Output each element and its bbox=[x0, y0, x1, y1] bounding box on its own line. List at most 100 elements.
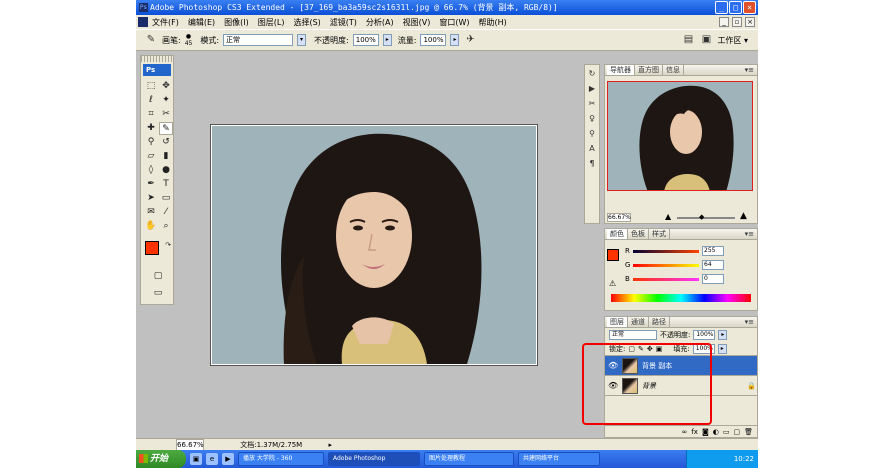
tab-layers[interactable]: 图层 bbox=[607, 317, 628, 327]
show-desktop-icon[interactable]: ▣ bbox=[190, 453, 202, 465]
blend-mode-select[interactable]: 正常 bbox=[609, 330, 657, 340]
notes-tool-icon[interactable]: ✉ bbox=[144, 206, 158, 219]
swap-colors-icon[interactable]: ↷ bbox=[161, 239, 175, 252]
zoom-slider-thumb-icon[interactable]: ◆ bbox=[699, 213, 704, 221]
layer-style-icon[interactable]: fx bbox=[691, 426, 698, 437]
color-panel-menu-icon[interactable]: ▾≡ bbox=[745, 229, 754, 239]
airbrush-icon[interactable]: ✈ bbox=[463, 33, 477, 47]
title-bar[interactable]: Ps Adobe Photoshop CS3 Extended - [37_16… bbox=[136, 0, 758, 15]
brush-tool-icon[interactable]: ✎ bbox=[159, 122, 173, 135]
taskbar-item-360[interactable]: 播放 大学院 - 360 bbox=[238, 452, 324, 466]
color-spectrum-bar[interactable] bbox=[611, 294, 751, 302]
magic-wand-icon[interactable]: ✦ bbox=[159, 94, 173, 107]
foreground-color-swatch[interactable] bbox=[145, 241, 159, 255]
link-layers-icon[interactable]: ∞ bbox=[682, 426, 688, 437]
doc-info-arrow-icon[interactable]: ▸ bbox=[328, 441, 332, 449]
tab-histogram[interactable]: 直方图 bbox=[635, 65, 663, 75]
path-select-icon[interactable]: ➤ bbox=[144, 192, 158, 205]
hand-tool-icon[interactable]: ✋ bbox=[144, 220, 158, 233]
fill-arrow-icon[interactable]: ▸ bbox=[717, 343, 727, 354]
menu-view[interactable]: 视图(V) bbox=[403, 17, 431, 28]
history-brush-icon[interactable]: ↺ bbox=[159, 136, 173, 149]
crop-tool-icon[interactable]: ⌗ bbox=[144, 108, 158, 121]
tab-paths[interactable]: 路径 bbox=[649, 317, 670, 327]
doc-close-icon[interactable]: × bbox=[745, 17, 755, 27]
lock-transparency-icon[interactable]: ▢ bbox=[628, 345, 635, 353]
shape-tool-icon[interactable]: ▭ bbox=[159, 192, 173, 205]
gradient-tool-icon[interactable]: ▮ bbox=[159, 150, 173, 163]
doc-restore-icon[interactable]: ▫ bbox=[732, 17, 742, 27]
zoom-tool-icon[interactable]: ⌕ bbox=[159, 220, 173, 233]
opacity-input[interactable]: 100% bbox=[352, 34, 379, 46]
blur-tool-icon[interactable]: ◊ bbox=[144, 164, 158, 177]
minimize-button[interactable]: _ bbox=[715, 1, 728, 14]
slice-tool-icon[interactable]: ✂ bbox=[159, 108, 173, 121]
layer-opacity-arrow-icon[interactable]: ▸ bbox=[718, 330, 728, 340]
browser-quicklaunch-icon[interactable]: e bbox=[206, 453, 218, 465]
eraser-tool-icon[interactable]: ▱ bbox=[144, 150, 158, 163]
tray-clock[interactable]: 10:22 bbox=[734, 455, 754, 463]
lock-position-icon[interactable]: ✥ bbox=[647, 345, 653, 353]
document-canvas[interactable] bbox=[210, 124, 538, 366]
fill-input[interactable]: 100% bbox=[692, 343, 715, 354]
start-button[interactable]: 开始 bbox=[136, 450, 186, 468]
taskbar-item-tutorial[interactable]: 图片处理教程 bbox=[424, 452, 514, 466]
healing-brush-icon[interactable]: ✚ bbox=[144, 122, 158, 135]
layer-mask-icon[interactable]: ◙ bbox=[702, 426, 709, 437]
workspace-button[interactable]: 工作区 ▾ bbox=[717, 35, 748, 46]
pen-tool-icon[interactable]: ✒ bbox=[144, 178, 158, 191]
navigator-thumbnail[interactable] bbox=[607, 81, 753, 191]
menu-filter[interactable]: 滤镜(T) bbox=[330, 17, 357, 28]
red-slider[interactable] bbox=[633, 249, 699, 253]
flow-slider-icon[interactable]: ▸ bbox=[450, 34, 460, 46]
taskbar-item-platform[interactable]: 共建网络平台 bbox=[518, 452, 600, 466]
layer-row-background-copy[interactable]: 👁 背景 副本 bbox=[605, 356, 757, 376]
tab-color[interactable]: 颜色 bbox=[607, 229, 628, 239]
paragraph-panel-icon[interactable]: ¶ bbox=[586, 158, 598, 170]
green-value-input[interactable]: 64 bbox=[702, 260, 724, 270]
color-fg-swatch[interactable] bbox=[607, 249, 619, 261]
clone-source-icon[interactable]: ⚲ bbox=[586, 128, 598, 140]
panel-menu-icon[interactable]: ▾≡ bbox=[745, 65, 754, 75]
new-group-icon[interactable]: ▭ bbox=[723, 426, 730, 437]
menu-edit[interactable]: 编辑(E) bbox=[188, 17, 215, 28]
screen-mode-icon[interactable]: ▭ bbox=[151, 287, 165, 300]
zoom-out-icon[interactable]: ▲ bbox=[665, 212, 671, 221]
layer-name[interactable]: 背景 副本 bbox=[642, 361, 757, 371]
menu-image[interactable]: 图像(I) bbox=[224, 17, 249, 28]
marquee-tool-icon[interactable]: ⬚ bbox=[144, 80, 158, 93]
character-panel-icon[interactable]: A bbox=[586, 143, 598, 155]
layer-opacity-input[interactable]: 100% bbox=[693, 330, 716, 340]
tab-swatches[interactable]: 色板 bbox=[628, 229, 649, 239]
delete-layer-icon[interactable]: 🗑 bbox=[744, 426, 753, 437]
clone-stamp-icon[interactable]: ⚲ bbox=[144, 136, 158, 149]
history-panel-icon[interactable]: ↻ bbox=[586, 68, 598, 80]
dodge-tool-icon[interactable]: ● bbox=[159, 164, 173, 177]
type-tool-icon[interactable]: T bbox=[159, 178, 173, 191]
menu-analysis[interactable]: 分析(A) bbox=[366, 17, 394, 28]
new-layer-icon[interactable]: ▢ bbox=[733, 426, 740, 437]
gamut-warning-icon[interactable]: ⚠ bbox=[609, 279, 616, 288]
actions-panel-icon[interactable]: ▶ bbox=[586, 83, 598, 95]
menu-layer[interactable]: 图层(L) bbox=[258, 17, 285, 28]
menu-window[interactable]: 窗口(W) bbox=[439, 17, 469, 28]
navigator-zoom[interactable]: 66.67% bbox=[607, 213, 631, 222]
layers-panel-menu-icon[interactable]: ▾≡ bbox=[745, 317, 754, 327]
menu-file[interactable]: 文件(F) bbox=[152, 17, 179, 28]
adjustment-layer-icon[interactable]: ◐ bbox=[713, 426, 719, 437]
file-browser-icon[interactable]: ▤ bbox=[681, 33, 695, 47]
menu-select[interactable]: 选择(S) bbox=[293, 17, 320, 28]
quick-mask-icon[interactable]: ▢ bbox=[151, 270, 165, 283]
blue-value-input[interactable]: 0 bbox=[702, 274, 724, 284]
tab-channels[interactable]: 通道 bbox=[628, 317, 649, 327]
brush-preset-picker[interactable]: ● 45 bbox=[185, 33, 193, 47]
layer-row-background[interactable]: 👁 背景 🔒 bbox=[605, 376, 757, 396]
move-tool-icon[interactable]: ✥ bbox=[159, 80, 173, 93]
toolbox-grip[interactable] bbox=[141, 56, 173, 62]
visibility-eye-icon[interactable]: 👁 bbox=[608, 381, 618, 390]
opacity-slider-icon[interactable]: ▸ bbox=[382, 34, 392, 46]
doc-minimize-icon[interactable]: _ bbox=[719, 17, 729, 27]
mode-select[interactable]: 正常 bbox=[223, 34, 294, 46]
lasso-tool-icon[interactable]: ℓ bbox=[144, 94, 158, 107]
palette-well-icon[interactable]: ▣ bbox=[699, 33, 713, 47]
